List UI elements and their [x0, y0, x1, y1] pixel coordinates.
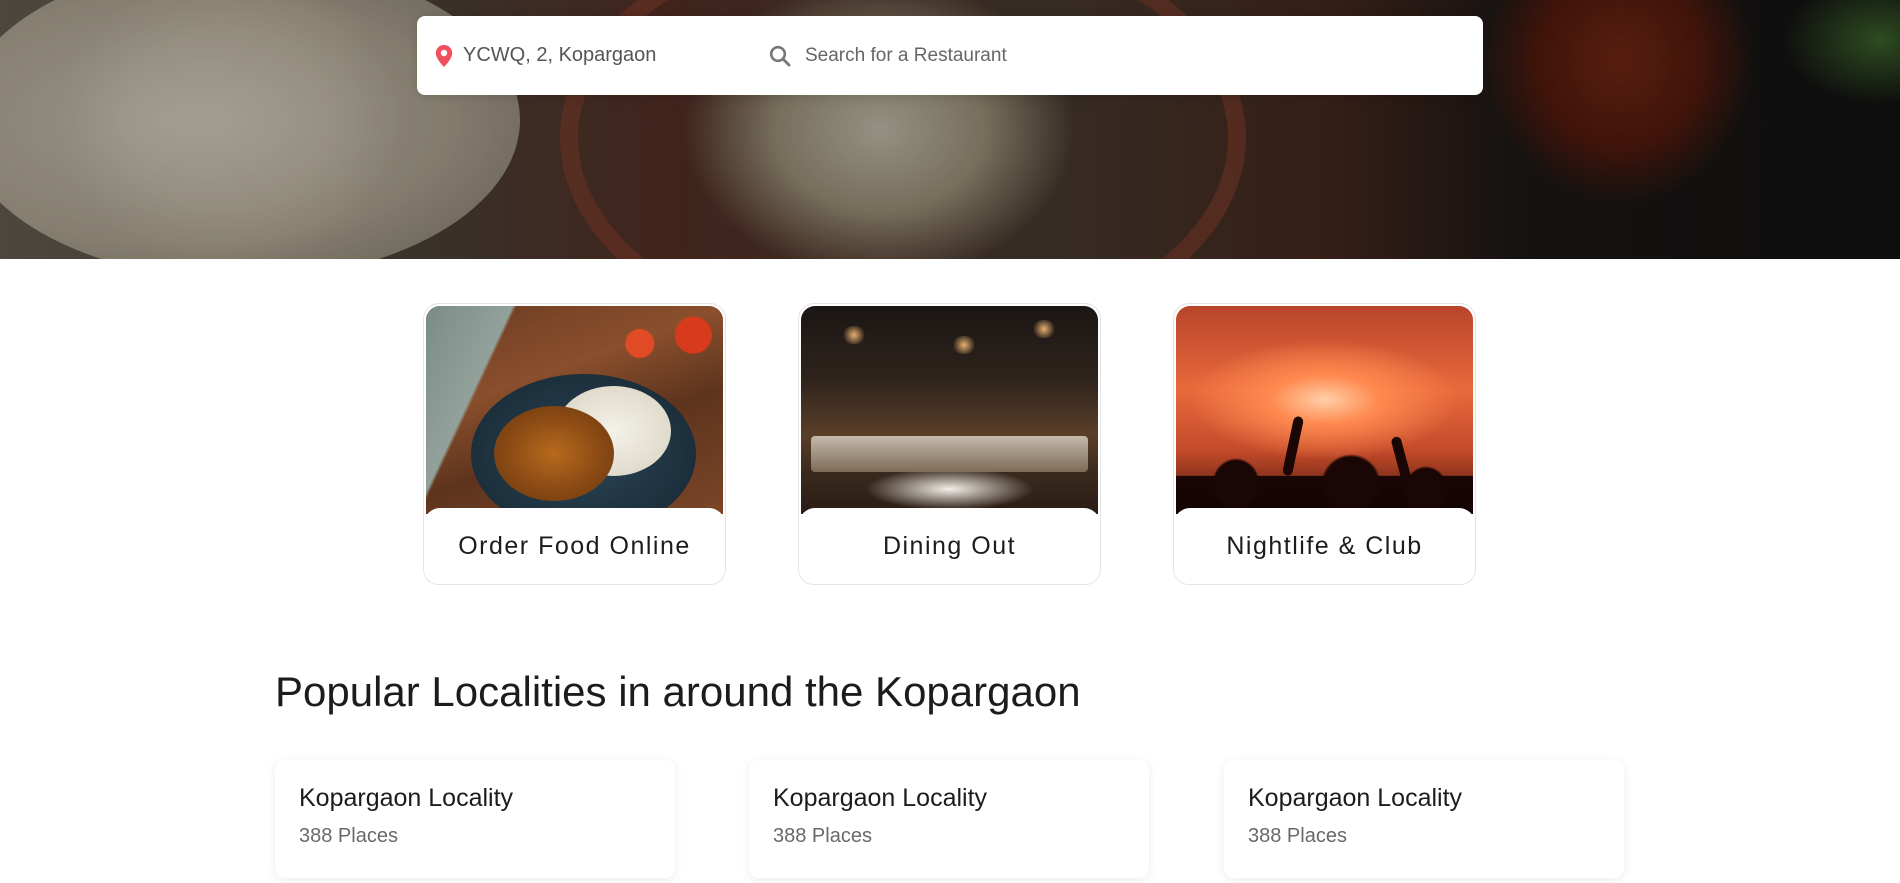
location-pin-icon	[435, 44, 453, 67]
locality-name: Kopargaon Locality	[1248, 784, 1463, 812]
locality-card[interactable]: Kopargaon Locality 388 Places	[275, 760, 675, 878]
restaurant-search-input[interactable]	[805, 44, 1405, 67]
locality-card[interactable]: Kopargaon Locality 388 Places	[749, 760, 1149, 878]
location-input[interactable]	[463, 44, 733, 67]
nightlife-image	[1176, 306, 1473, 514]
card-nightlife-club[interactable]: Nightlife & Club	[1173, 303, 1476, 585]
locality-places-count: 388 Places	[773, 825, 872, 847]
search-icon	[769, 45, 791, 67]
search-bar	[417, 16, 1483, 95]
locality-places-count: 388 Places	[299, 825, 398, 847]
locality-name: Kopargaon Locality	[773, 784, 988, 812]
card-order-food-online[interactable]: Order Food Online	[423, 303, 726, 585]
restaurant-search[interactable]	[747, 16, 1483, 95]
popular-localities-title: Popular Localities in around the Koparga…	[275, 668, 1081, 715]
order-food-image	[426, 306, 723, 514]
locality-places-count: 388 Places	[1248, 825, 1347, 847]
card-label: Order Food Online	[458, 531, 691, 560]
location-selector[interactable]	[417, 16, 747, 95]
card-dining-out[interactable]: Dining Out	[798, 303, 1101, 585]
locality-card[interactable]: Kopargaon Locality 388 Places	[1224, 760, 1624, 878]
card-label: Nightlife & Club	[1226, 531, 1423, 560]
dining-out-image	[801, 306, 1098, 514]
locality-name: Kopargaon Locality	[299, 784, 514, 812]
card-label: Dining Out	[882, 531, 1017, 560]
